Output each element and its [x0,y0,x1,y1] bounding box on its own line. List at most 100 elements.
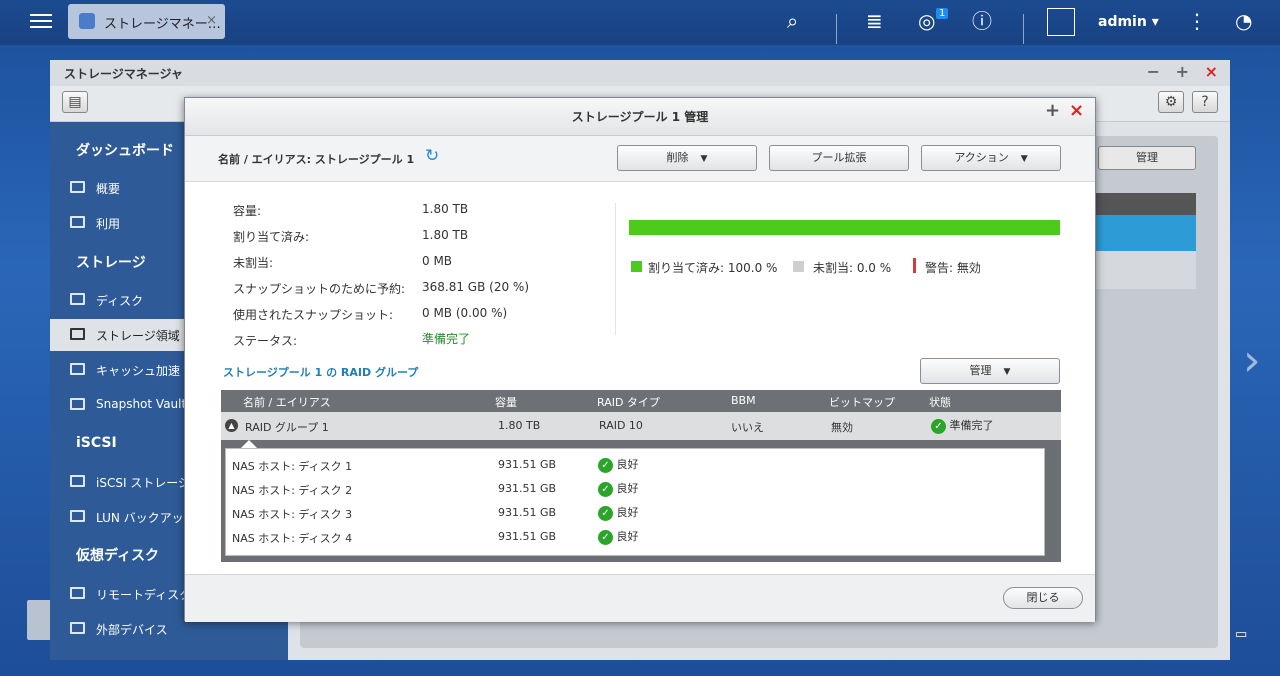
vault-icon [70,398,85,410]
close-icon[interactable]: × [206,13,217,28]
info-label: 容量: [233,204,262,218]
notification-icon[interactable]: ◎ [918,10,935,32]
help-icon[interactable]: ? [1192,91,1218,113]
status-value: 準備完了 [422,332,471,346]
hamburger-menu-icon[interactable] [30,10,52,30]
info-icon[interactable]: ⓘ [972,10,992,32]
next-arrow-icon[interactable]: › [1243,335,1261,386]
cache-icon [70,363,85,375]
bg-manage-button[interactable]: 管理 [1098,146,1196,170]
app-tab-label: ストレージマネー… [104,17,221,32]
pool-name-label: 名前 / エイリアス: ストレージプール 1 [218,153,415,166]
stack-icon[interactable]: ≣ [866,10,883,32]
sidebar-item-label: 概要 [96,182,121,196]
info-value: 368.81 GB (20 %) [422,280,529,294]
storage-app-icon [79,13,95,29]
expand-pointer [241,440,257,448]
action-button[interactable]: アクション ▼ [921,145,1061,171]
disk-status: ✓ 良好 [598,504,639,521]
disk-name: NAS ホスト: ディスク 4 [232,532,353,545]
bg-table-row-selected[interactable] [1096,215,1196,251]
app-tab-storage-manager[interactable]: ストレージマネー… × [68,4,225,39]
window-title: ストレージマネージャ [64,67,183,81]
maximize-dialog-button[interactable]: + [1045,100,1060,121]
group-raid-type: RAID 10 [599,419,643,432]
legend-unallocated-swatch [793,261,804,272]
table-row-raid-group[interactable]: ▲ RAID グループ 1 1.80 TB RAID 10 いいえ 無効 ✓ 準… [221,412,1061,440]
desktop-icon[interactable]: ▭ [1235,627,1247,642]
check-icon: ✓ [598,530,613,545]
delete-button[interactable]: 削除 ▼ [617,145,757,171]
group-bbm: いいえ [731,421,764,434]
sidebar-heading-iscsi: iSCSI [76,435,117,451]
close-dialog-button[interactable]: × [1069,100,1084,121]
divider [1023,14,1024,44]
col-status[interactable]: 状態 [929,394,951,410]
sidebar-item-label: 利用 [96,217,121,231]
disk-status: ✓ 良好 [598,528,639,545]
info-value: 0 MB (0.00 %) [422,306,508,320]
list-item[interactable]: NAS ホスト: ディスク 3 931.51 GB ✓ 良好 [226,501,1044,525]
info-value: 0 MB [422,254,453,268]
iscsi-icon [70,475,85,487]
more-icon[interactable]: ⋮ [1187,10,1207,32]
notification-badge: 1 [936,8,949,19]
sidebar-item-label: iSCSI ストレージ [96,476,191,490]
maximize-button[interactable]: + [1176,62,1189,81]
table-header: 名前 / エイリアス 容量 RAID タイプ BBM ビットマップ 状態 [221,390,1061,412]
col-name[interactable]: 名前 / エイリアス [243,394,331,410]
col-bitmap[interactable]: ビットマップ [829,394,895,410]
dialog-header: 名前 / エイリアス: ストレージプール 1 ↻ 削除 ▼ プール拡張 アクション… [185,136,1095,182]
disk-capacity: 931.51 GB [498,506,557,519]
group-name: RAID グループ 1 [245,421,329,434]
col-raid-type[interactable]: RAID タイプ [597,394,660,410]
check-icon: ✓ [598,482,613,497]
disk-name: NAS ホスト: ディスク 2 [232,484,353,497]
search-icon[interactable]: ⌕ [787,10,798,32]
sidebar-item-label: LUN バックアップ [96,511,196,525]
legend-unallocated: 未割当: 0.0 % [813,261,892,275]
sidebar-item-label: リモートディスク [96,588,192,602]
refresh-icon[interactable]: ↻ [425,146,439,166]
legend-allocated: 割り当て済み: 100.0 % [648,261,778,275]
list-item[interactable]: NAS ホスト: ディスク 4 931.51 GB ✓ 良好 [226,525,1044,549]
check-icon: ✓ [598,506,613,521]
manage-button[interactable]: 管理 ▼ [920,358,1060,384]
info-label: 使用されたスナップショット: [233,308,394,322]
close-button[interactable]: 閉じる [1003,587,1083,609]
dashboard-gauge-icon[interactable]: ◔ [1235,10,1252,32]
layout-toggle-icon[interactable]: ▤ [62,91,88,113]
disk-icon [70,293,85,305]
list-item[interactable]: NAS ホスト: ディスク 2 931.51 GB ✓ 良好 [226,477,1044,501]
sidebar-item-label: ストレージ領域 [96,329,180,343]
expand-pool-button[interactable]: プール拡張 [769,145,909,171]
info-label: スナップショットのために予約: [233,282,406,296]
legend-warning: 警告: 無効 [925,261,981,275]
user-name-menu[interactable]: admin ▾ [1098,14,1159,30]
sidebar-heading-virtual-disk: 仮想ディスク [76,548,160,564]
sidebar-item-label: キャッシュ加速 [96,364,181,378]
sidebar-item-label: 外部デバイス [96,623,168,637]
disk-list-panel: NAS ホスト: ディスク 1 931.51 GB ✓ 良好 NAS ホスト: … [225,448,1045,556]
user-icon[interactable] [1047,8,1075,36]
sidebar-item-label: ディスク [96,294,144,308]
legend-warning-swatch [913,258,916,273]
gear-icon[interactable]: ⚙ [1158,91,1184,113]
col-capacity[interactable]: 容量 [495,394,517,410]
close-window-button[interactable]: × [1205,62,1218,81]
raid-group-title: ストレージプール 1 の RAID グループ [223,366,419,379]
collapse-chevron-icon[interactable]: ▲ [225,419,238,432]
minimize-button[interactable]: − [1147,62,1160,81]
list-item[interactable]: NAS ホスト: ディスク 1 931.51 GB ✓ 良好 [226,453,1044,477]
info-value: 1.80 TB [422,228,469,242]
disk-name: NAS ホスト: ディスク 1 [232,460,353,473]
disk-status: ✓ 良好 [598,456,639,473]
info-label: ステータス: [233,334,298,348]
sidebar-heading-dashboard: ダッシュボード [76,143,174,159]
remote-disk-icon [70,587,85,599]
usage-bar [629,220,1060,235]
external-device-icon [70,622,85,634]
disk-name: NAS ホスト: ディスク 3 [232,508,353,521]
col-bbm[interactable]: BBM [731,394,756,407]
bg-table-row[interactable] [1096,251,1196,289]
